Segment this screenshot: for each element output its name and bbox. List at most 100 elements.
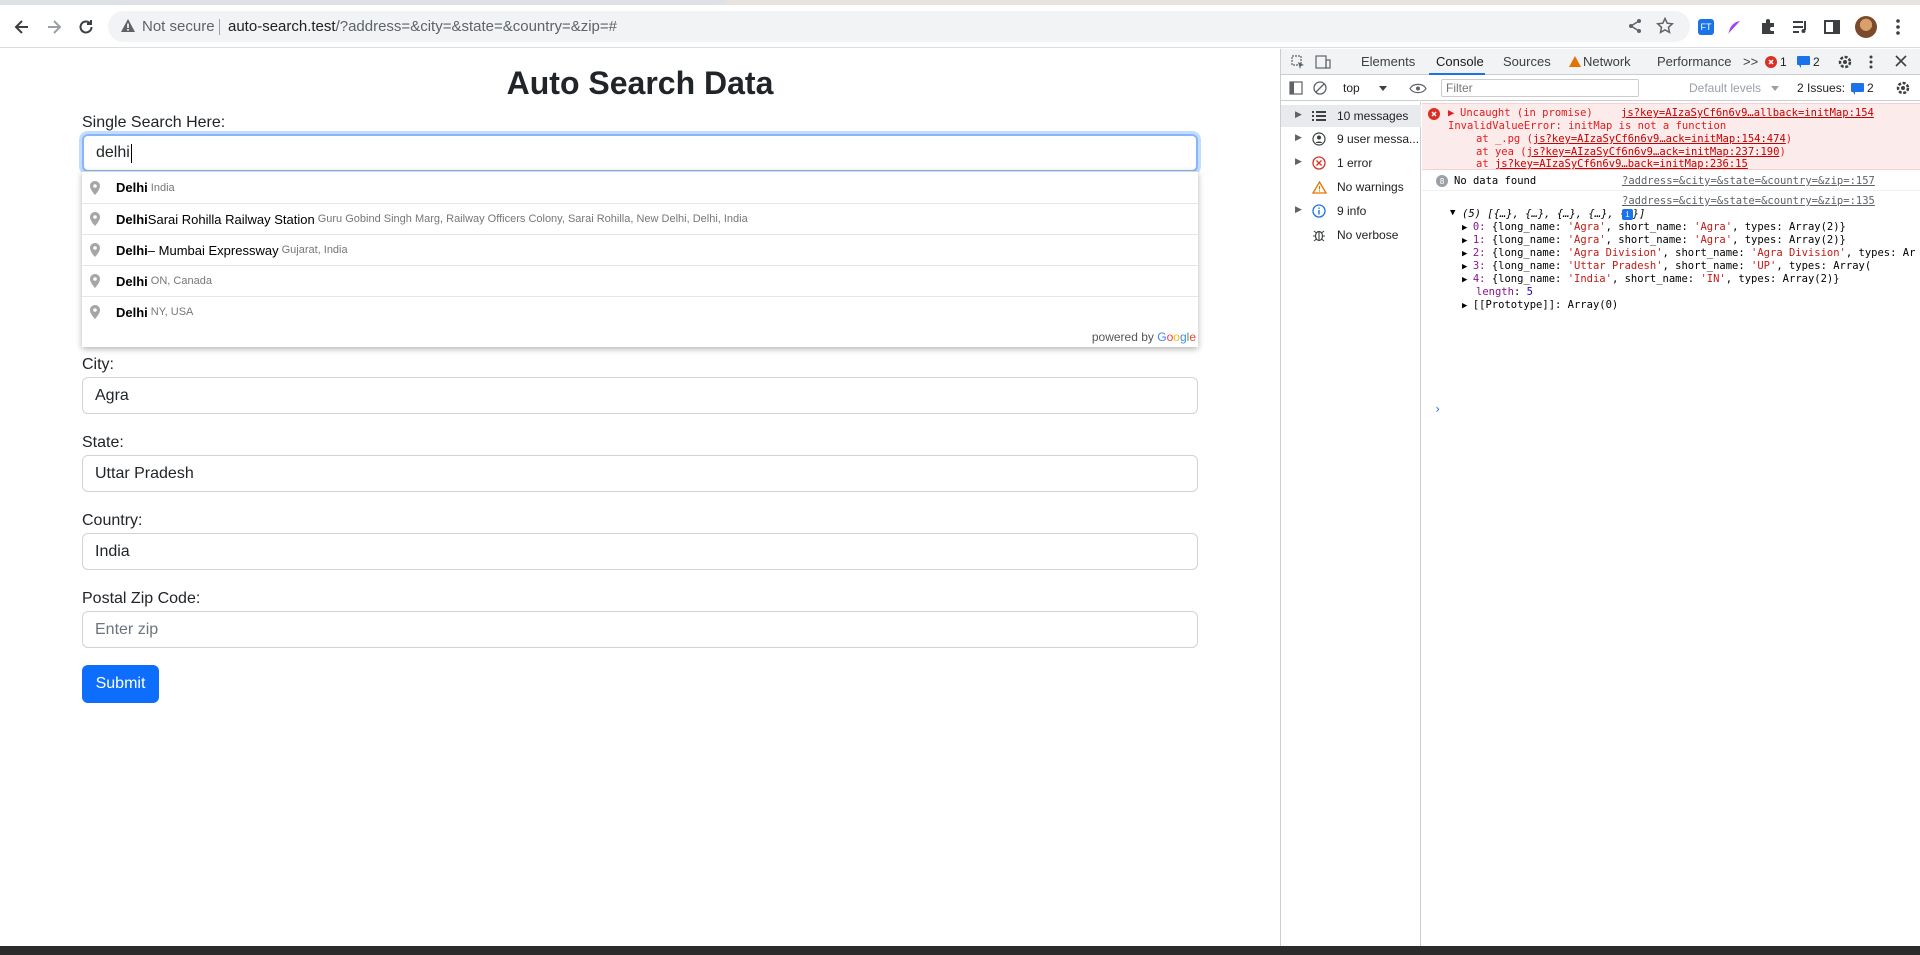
media-queue-icon[interactable] xyxy=(1790,17,1810,37)
array-entry[interactable]: ▶ 2: {long_name: 'Agra Division', short_… xyxy=(1462,247,1915,259)
long-name: 'Agra Division' xyxy=(1567,247,1663,259)
city-input[interactable]: Agra xyxy=(82,377,1198,414)
settings-gear-icon[interactable] xyxy=(1837,54,1853,70)
array-prototype[interactable]: ▶ [[Prototype]]: Array(0) xyxy=(1462,299,1618,311)
autocomplete-item[interactable]: Delhi ON, Canada xyxy=(82,265,1198,296)
autocomplete-item[interactable]: Delhi – Mumbai Expressway Gujarat, India xyxy=(82,234,1198,265)
single-search-input[interactable]: delhi xyxy=(82,134,1198,172)
country-value: India xyxy=(95,542,130,560)
sidebar-item-verbose[interactable]: No verbose xyxy=(1281,224,1421,246)
issues-count[interactable]: 2 xyxy=(1867,81,1874,95)
user-icon xyxy=(1311,131,1327,147)
info-icon xyxy=(1311,203,1327,219)
item-secondary: Gujarat, India xyxy=(281,244,348,256)
expand-arrow-icon: ▶ xyxy=(1295,109,1302,119)
country-input[interactable]: India xyxy=(82,533,1198,570)
device-toolbar-icon[interactable] xyxy=(1315,55,1331,69)
single-search-label: Single Search Here: xyxy=(82,114,226,131)
more-tabs-button[interactable]: >> xyxy=(1743,54,1758,69)
tab-performance[interactable]: Performance xyxy=(1657,54,1731,69)
error-source-link[interactable]: js?key=AIzaSyCf6n6v9…allback=initMap:154 xyxy=(1621,107,1874,119)
stack-link[interactable]: js?key=AIzaSyCf6n6v9…back=initMap:236:15 xyxy=(1495,158,1748,170)
profile-avatar[interactable] xyxy=(1854,15,1878,39)
message-icon xyxy=(1797,56,1810,68)
list-icon xyxy=(1311,108,1327,124)
zip-input[interactable]: Enter zip xyxy=(82,611,1198,648)
eye-icon[interactable] xyxy=(1409,83,1427,94)
browser-menu-icon[interactable] xyxy=(1888,17,1908,37)
url-text[interactable]: auto-search.test/?address=&city=&state=&… xyxy=(228,18,617,35)
stack-link[interactable]: js?key=AIzaSyCf6n6v9…ack=initMap:237:190 xyxy=(1527,146,1780,158)
console-log-no-data[interactable]: 8 No data found ?address=&city=&state=&c… xyxy=(1422,171,1920,191)
console-settings-icon[interactable] xyxy=(1895,80,1911,96)
forward-button[interactable] xyxy=(40,13,68,41)
close-icon[interactable] xyxy=(1895,55,1907,67)
types: Array( xyxy=(1833,260,1872,272)
array-entry[interactable]: ▶ 4: {long_name: 'India', short_name: 'I… xyxy=(1462,273,1840,285)
console-error-message[interactable]: ▶ Uncaught (in promise) js?key=AIzaSyCf6… xyxy=(1422,103,1920,170)
types: Array(2)} xyxy=(1782,273,1840,285)
short-name: 'Agra' xyxy=(1694,234,1733,246)
issues-label[interactable]: 2 Issues: xyxy=(1797,81,1845,95)
extensions-puzzle-icon[interactable] xyxy=(1758,17,1778,37)
tab-console[interactable]: Console xyxy=(1436,54,1484,69)
item-match: Delhi xyxy=(116,242,148,258)
extension-translate-icon[interactable]: FT xyxy=(1696,17,1716,37)
array-entry[interactable]: ▶ 3: {long_name: 'Uttar Pradesh', short_… xyxy=(1462,260,1871,272)
devtools-menu-icon[interactable] xyxy=(1869,54,1873,70)
state-input[interactable]: Uttar Pradesh xyxy=(82,455,1198,492)
log-levels-dropdown[interactable]: Default levels xyxy=(1689,81,1761,95)
short-name: 'Agra Division' xyxy=(1751,247,1846,259)
error-count[interactable]: 1 xyxy=(1780,55,1787,69)
console-sidebar: ▶ 10 messages ▶ 9 user messa... ▶ 1 erro… xyxy=(1281,102,1421,946)
stack-suffix: ) xyxy=(1779,146,1786,158)
sidebar-item-errors[interactable]: ▶ 1 error xyxy=(1281,152,1421,174)
log-source-link[interactable]: ?address=&city=&state=&country=&zip=:157 xyxy=(1622,175,1875,187)
sidebar-item-messages[interactable]: ▶ 10 messages xyxy=(1281,105,1421,127)
item-secondary: NY, USA xyxy=(150,306,194,318)
info-icon[interactable]: i xyxy=(1622,209,1633,220)
tab-elements[interactable]: Elements xyxy=(1361,54,1415,69)
sidebar-item-warnings[interactable]: No warnings xyxy=(1281,176,1421,198)
stack-frame: at yea (js?key=AIzaSyCf6n6v9…ack=initMap… xyxy=(1476,146,1786,158)
inspect-element-icon[interactable] xyxy=(1291,55,1305,69)
bookmark-star-icon[interactable] xyxy=(1656,17,1674,35)
tab-sources[interactable]: Sources xyxy=(1503,54,1551,69)
warning-icon xyxy=(1311,179,1327,195)
location-pin-icon xyxy=(90,212,102,226)
autocomplete-item[interactable]: Delhi Sarai Rohilla Railway Station Guru … xyxy=(82,203,1198,234)
warning-icon[interactable] xyxy=(120,18,136,34)
omnibox-separator xyxy=(219,19,220,35)
sidebar-item-info[interactable]: ▶ 9 info xyxy=(1281,200,1421,222)
sidebar-item-user-messages[interactable]: ▶ 9 user messa... xyxy=(1281,128,1421,150)
context-selector[interactable]: top xyxy=(1343,81,1360,95)
stack-link[interactable]: js?key=AIzaSyCf6n6v9…ack=initMap:154:474 xyxy=(1533,133,1786,145)
console-filter-input[interactable]: Filter xyxy=(1441,79,1639,97)
console-prompt[interactable]: › xyxy=(1434,402,1441,416)
array-entry[interactable]: ▶ 1: {long_name: 'Agra', short_name: 'Ag… xyxy=(1462,234,1846,246)
array-entry[interactable]: ▶ 0: {long_name: 'Agra', short_name: 'Ag… xyxy=(1462,221,1846,233)
security-label[interactable]: Not secure xyxy=(142,18,215,35)
extension-feather-icon[interactable] xyxy=(1724,17,1744,37)
log-source-link[interactable]: ?address=&city=&state=&country=&zip=:135 xyxy=(1622,195,1875,207)
expand-arrow-icon: ▶ xyxy=(1462,262,1473,272)
console-log-array[interactable]: ?address=&city=&state=&country=&zip=:135… xyxy=(1422,192,1920,352)
city-label: City: xyxy=(82,356,114,373)
reload-button[interactable] xyxy=(72,13,100,41)
share-icon[interactable] xyxy=(1626,17,1644,35)
tab-network[interactable]: Network xyxy=(1583,54,1631,69)
clear-console-icon[interactable] xyxy=(1313,81,1327,95)
address-bar[interactable]: Not secure auto-search.test/?address=&ci… xyxy=(108,11,1690,42)
item-secondary: ON, Canada xyxy=(150,275,212,287)
autocomplete-item[interactable]: Delhi India xyxy=(82,172,1198,203)
stack-frame: at _.pg (js?key=AIzaSyCf6n6v9…ack=initMa… xyxy=(1476,133,1792,145)
submit-button[interactable]: Submit xyxy=(82,665,159,703)
autocomplete-item[interactable]: Delhi NY, USA xyxy=(82,296,1198,327)
expand-arrow-icon[interactable]: ▶ xyxy=(1448,107,1454,119)
sidebar-toggle-icon[interactable] xyxy=(1289,81,1303,95)
zip-placeholder: Enter zip xyxy=(95,620,159,638)
collapse-arrow-icon[interactable]: ▼ xyxy=(1450,208,1455,218)
issue-count-badge[interactable]: 2 xyxy=(1813,55,1820,69)
back-button[interactable] xyxy=(8,13,36,41)
side-panel-icon[interactable] xyxy=(1822,17,1842,37)
